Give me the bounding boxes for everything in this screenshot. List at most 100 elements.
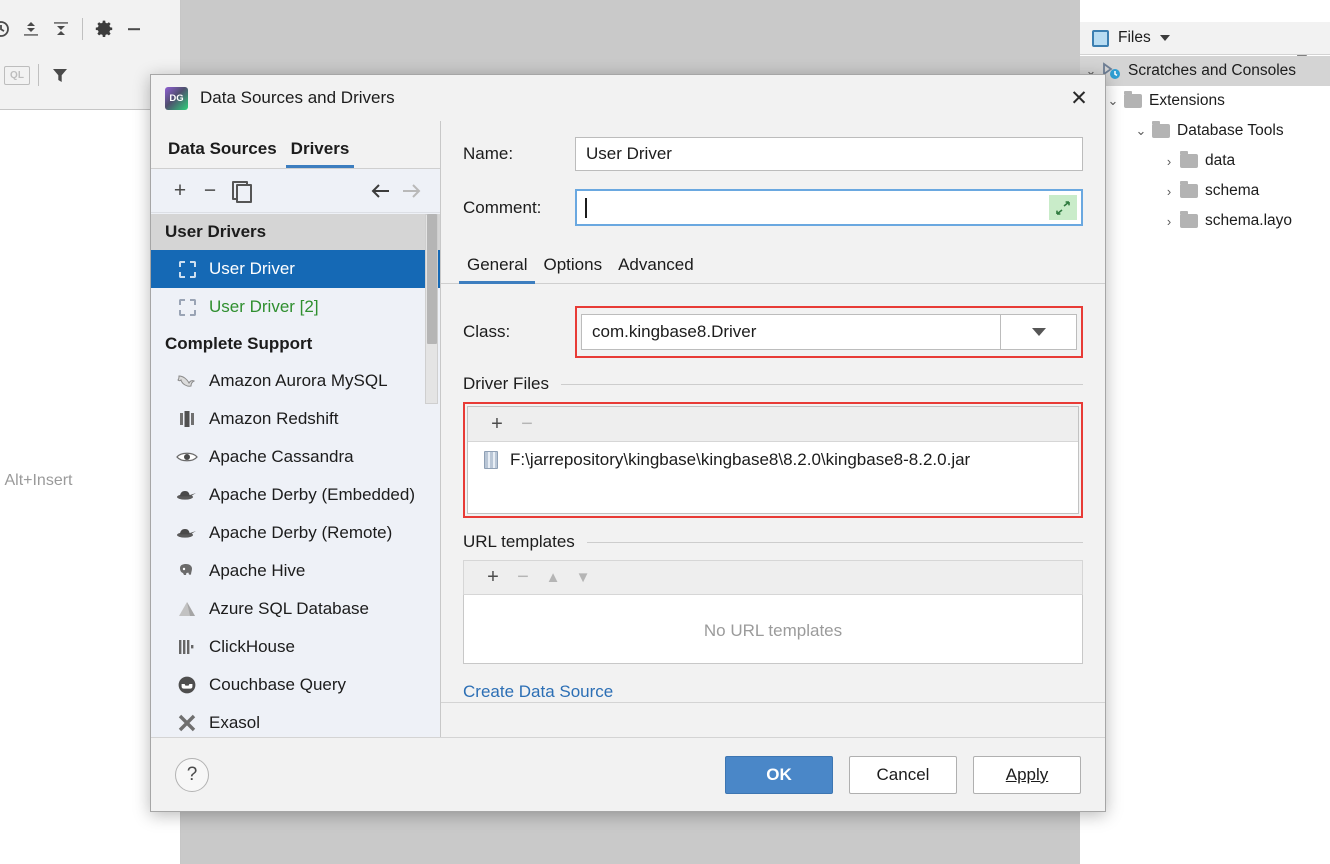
driver-files-wrap: + − F:\jarrepository\kingbase\kingbase8\… [441,402,1105,518]
driver-file-path: F:\jarrepository\kingbase\kingbase8\8.2.… [510,450,971,469]
remove-driver-button[interactable]: − [195,176,225,206]
derby-hat-icon [175,484,199,506]
user-driver-icon [175,296,199,318]
driver-comment-input[interactable] [575,189,1083,226]
driver-item-clickhouse[interactable]: ClickHouse [151,628,440,666]
group-header-complete-support: Complete Support [151,326,440,362]
driver-item-amazon-redshift[interactable]: Amazon Redshift [151,400,440,438]
expand-editor-icon[interactable] [1049,195,1077,220]
class-dropdown-button[interactable] [1001,314,1077,350]
dialog-tabs: Data Sources Drivers [151,121,440,169]
add-driver-button[interactable]: + [165,176,195,206]
drivers-list[interactable]: User Drivers User Driver User Driver [2]… [151,214,440,769]
driver-item-apache-hive[interactable]: Apache Hive [151,552,440,590]
ok-button[interactable]: OK [725,755,833,794]
tree-item-database-tools[interactable]: ⌄ Database Tools [1080,116,1330,146]
driver-files-highlight: + − F:\jarrepository\kingbase\kingbase8\… [463,402,1083,518]
class-field-highlight [575,306,1083,358]
url-templates-empty-message: No URL templates [703,621,843,640]
driver-item-label: Apache Derby (Remote) [209,523,393,542]
drivers-list-vscrollbar[interactable] [427,214,437,344]
dialog-title: Data Sources and Drivers [200,88,395,107]
driver-item-label: Amazon Aurora MySQL [209,371,388,390]
add-driver-file-button[interactable]: + [482,409,512,439]
folder-icon [1124,91,1142,108]
files-panel-icon [1092,29,1109,47]
driver-item-apache-derby-remote[interactable]: Apache Derby (Remote) [151,514,440,552]
azure-icon [175,598,199,620]
tree-item-label: Extensions [1149,92,1225,109]
url-templates-panel: + − ▲ ▼ No URL templates [463,560,1083,664]
twisty-icon[interactable]: › [1158,154,1180,169]
driver-item-apache-derby-embedded[interactable]: Apache Derby (Embedded) [151,476,440,514]
url-templates-toolbar: + − ▲ ▼ [463,560,1083,595]
filter-icon[interactable] [45,60,75,90]
close-icon[interactable]: ✕ [1053,75,1105,121]
driver-item-amazon-aurora-mysql[interactable]: Amazon Aurora MySQL [151,362,440,400]
driver-item-couchbase-query[interactable]: Couchbase Query [151,666,440,704]
ql-console-icon[interactable]: QL [2,60,32,90]
cancel-button[interactable]: Cancel [849,755,957,794]
driver-file-row[interactable]: F:\jarrepository\kingbase\kingbase8\8.2.… [468,442,1078,478]
settings-gear-icon[interactable] [89,14,119,44]
twisty-icon[interactable]: › [1158,184,1180,199]
tab-options[interactable]: Options [535,255,610,283]
expand-all-icon[interactable] [16,14,46,44]
create-data-source-link[interactable]: Create Data Source [441,664,1105,702]
apply-button[interactable]: Apply [973,755,1081,794]
navigate-forward-button [396,176,426,206]
help-button[interactable]: ? [175,757,209,792]
driver-item-label: Azure SQL Database [209,599,370,618]
driver-item-label: Apache Hive [209,561,306,580]
tree-item-schema[interactable]: › schema [1080,176,1330,206]
files-panel-title: Files [1118,29,1151,46]
driver-item-user-driver[interactable]: User Driver [151,250,440,288]
history-icon[interactable] [0,14,16,44]
url-templates-wrap: + − ▲ ▼ No URL templates [441,560,1105,664]
driver-name-input[interactable] [575,137,1083,171]
remove-driver-file-button: − [521,412,533,435]
files-tree: ⌄ Scratches and Consoles ⌄ Extensions ⌄ … [1080,56,1330,236]
navigate-back-button[interactable] [366,176,396,206]
driver-item-azure-sql-database[interactable]: Azure SQL Database [151,590,440,628]
tab-advanced[interactable]: Advanced [610,255,702,283]
duplicate-driver-button[interactable] [225,176,255,206]
driver-item-label: Amazon Redshift [209,409,339,428]
add-url-template-button[interactable]: + [478,563,508,593]
toolbar-divider-2 [38,64,39,86]
chevron-down-icon [1031,328,1046,336]
driver-item-apache-cassandra[interactable]: Apache Cassandra [151,438,440,476]
comment-field-row: Comment: [441,189,1105,226]
driver-files-toolbar: + − [468,407,1078,442]
comment-label: Comment: [463,197,542,217]
name-field-row: Name: [441,137,1105,171]
twisty-icon[interactable]: › [1158,214,1180,229]
clickhouse-icon [175,636,199,658]
chevron-down-icon[interactable] [1159,35,1170,41]
tree-item-scratches[interactable]: ⌄ Scratches and Consoles [1080,56,1330,86]
tree-item-schema-layout[interactable]: › schema.layo [1080,206,1330,236]
tree-item-extensions[interactable]: ⌄ Extensions [1080,86,1330,116]
twisty-icon[interactable]: ⌄ [1130,123,1152,139]
driver-sub-tabs: General Options Advanced [441,244,1105,284]
minimize-icon[interactable] [119,14,149,44]
dialog-footer: ? OK Cancel Apply [151,737,1105,811]
tab-general[interactable]: General [459,255,536,284]
tab-drivers[interactable]: Drivers [284,139,357,168]
tree-item-data[interactable]: › data [1080,146,1330,176]
dialog-title-bar: DG Data Sources and Drivers ✕ [151,75,1105,121]
tree-item-label: schema [1205,182,1260,199]
move-up-button: ▲ [545,569,561,586]
text-caret [585,197,587,218]
files-toolwindow-header: Files [1080,22,1330,70]
folder-icon [1180,181,1198,198]
drivers-left-pane: Data Sources Drivers + − User Drivers Us… [151,121,441,769]
group-header-user-drivers: User Drivers [151,214,440,250]
tree-item-label: schema.layo [1205,212,1293,229]
elephant-icon [175,560,199,582]
collapse-all-icon[interactable] [46,14,76,44]
driver-item-user-driver-2[interactable]: User Driver [2] [151,288,440,326]
driver-class-input[interactable] [581,314,1001,350]
tab-data-sources[interactable]: Data Sources [161,139,284,168]
url-templates-list[interactable]: No URL templates [463,595,1083,664]
